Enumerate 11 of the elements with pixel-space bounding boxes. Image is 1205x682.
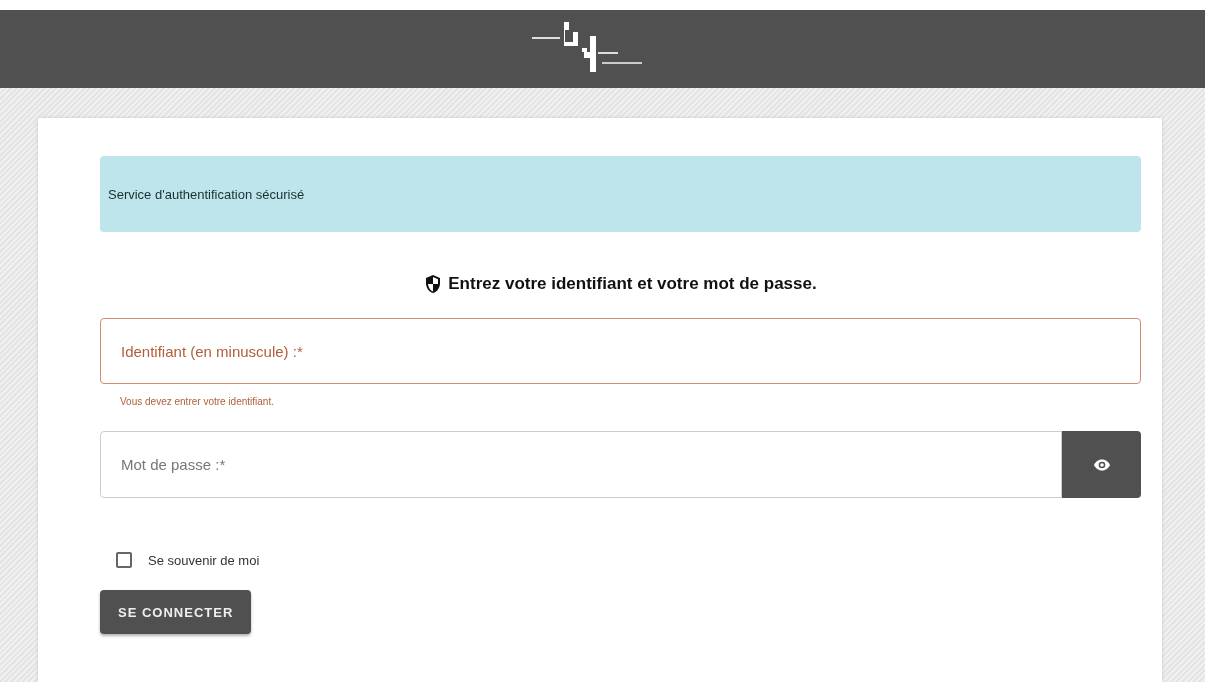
info-banner: Service d'authentification sécurisé [100, 156, 1141, 232]
shield-icon [424, 274, 443, 294]
checkbox-label: Se souvenir de moi [148, 552, 260, 568]
input-field[interactable]: Identifiant (en minuscule) :* [100, 318, 1141, 384]
login-button[interactable]: SE CONNECTER [100, 590, 252, 634]
input-field[interactable]: Mot de passe :* [100, 431, 1062, 498]
login-heading: Entrez votre identifiant et votre mot de passe. [448, 274, 817, 294]
checkbox[interactable] [116, 552, 132, 568]
eye-icon [1092, 458, 1111, 471]
show-password-button[interactable] [1062, 431, 1141, 498]
error-message: Vous devez entrer votre identifiant. [120, 396, 275, 407]
